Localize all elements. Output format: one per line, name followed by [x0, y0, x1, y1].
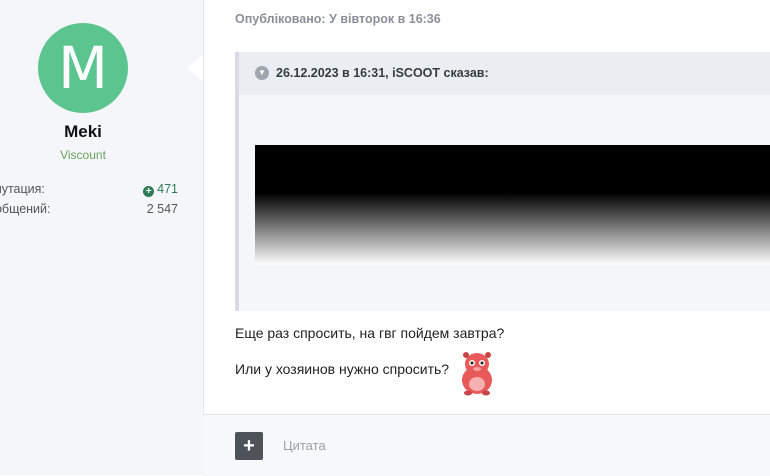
reputation-label: епутация: [0, 182, 45, 196]
posts-count-row: робщений: 2 547 [0, 202, 178, 218]
hamster-emoji-icon [462, 352, 492, 396]
posts-count-value: 2 547 [146, 202, 178, 216]
author-rank: Viscount [60, 148, 106, 162]
post-date[interactable]: Опубліковано: У вівторок в 16:36 [235, 12, 441, 26]
post-footer: + Цитата [203, 414, 770, 476]
reputation-number: 471 [157, 182, 178, 196]
author-name[interactable]: Meki [0, 122, 166, 142]
quote-citation[interactable]: 26.12.2023 в 16:31, iSCOOT сказав: [276, 66, 489, 80]
post-text-line-1: Еще раз спросить, на гвг пойдем завтра? [235, 325, 505, 341]
quote-header: ▼ 26.12.2023 в 16:31, iSCOOT сказав: [239, 52, 770, 95]
posts-count-label: робщений: [0, 202, 51, 216]
reputation-value: +471 [143, 182, 178, 197]
reputation-row: епутация: +471 [0, 182, 178, 198]
post-text-line-2: Или у хозяинов нужно спросить? [235, 361, 450, 377]
quoted-image[interactable] [255, 145, 770, 265]
quote-button[interactable]: Цитата [283, 438, 326, 453]
author-panel: M Meki Viscount епутация: +471 робщений:… [0, 0, 204, 475]
quote-block: ▼ 26.12.2023 в 16:31, iSCOOT сказав: [235, 52, 770, 311]
post-pointer-arrow [187, 55, 203, 81]
plus-circle-icon: + [143, 186, 155, 197]
avatar[interactable]: M [38, 23, 128, 113]
multiquote-add-button[interactable]: + [235, 432, 263, 460]
chevron-down-icon[interactable]: ▼ [255, 66, 269, 80]
